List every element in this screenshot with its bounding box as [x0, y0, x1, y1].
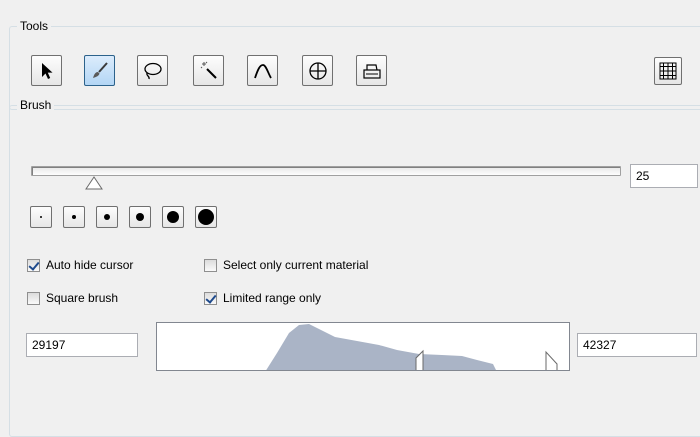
range-min-input[interactable]: 29197 — [26, 333, 138, 357]
brush-size-preset-large[interactable] — [129, 206, 151, 228]
grid-icon — [659, 62, 677, 80]
select-tool-button[interactable] — [31, 55, 62, 86]
printer-tool-button[interactable] — [356, 55, 387, 86]
limited-range-only-label: Limited range only — [223, 291, 322, 305]
range-histogram[interactable] — [156, 322, 570, 371]
magic-wand-icon — [200, 61, 217, 79]
brush-tool-button[interactable] — [84, 55, 115, 86]
lasso-icon — [143, 62, 162, 79]
dot-tiny-icon — [40, 216, 42, 218]
printer-icon — [362, 63, 381, 79]
auto-hide-cursor-check-icon[interactable] — [27, 258, 40, 272]
dot-largest-icon — [198, 209, 214, 225]
dot-larger-icon — [167, 211, 179, 223]
crosshair-tool-button[interactable] — [302, 55, 333, 86]
limited-range-only-check-icon[interactable] — [204, 291, 217, 305]
curve-icon — [253, 63, 272, 78]
grid-button[interactable] — [654, 57, 682, 85]
histogram-graph — [266, 324, 558, 371]
tools-group-title: Tools — [17, 18, 52, 34]
select-only-current-material-check-icon[interactable] — [204, 258, 217, 272]
limited-range-only-checkbox[interactable]: Limited range only — [204, 290, 321, 306]
square-brush-check-icon[interactable] — [27, 291, 40, 305]
auto-hide-cursor-checkbox[interactable]: Auto hide cursor — [27, 257, 133, 273]
brush-size-preset-largest[interactable] — [195, 206, 217, 228]
brush-size-preset-medium[interactable] — [96, 206, 118, 228]
select-only-current-material-label: Select only current material — [223, 258, 369, 272]
brush-size-preset-tiny[interactable] — [30, 206, 52, 228]
brush-size-input[interactable]: 25 — [630, 164, 698, 188]
range-max-input[interactable]: 42327 — [577, 333, 697, 357]
brush-icon — [92, 61, 108, 78]
select-only-current-material-checkbox[interactable]: Select only current material — [204, 257, 368, 273]
curve-tool-button[interactable] — [247, 55, 278, 86]
dot-small-icon — [72, 215, 76, 219]
arrow-cursor-icon — [41, 62, 52, 79]
crosshair-icon — [308, 61, 327, 80]
dot-medium-icon — [104, 214, 110, 220]
histogram-area — [266, 324, 496, 370]
brush-group-title: Brush — [17, 97, 55, 113]
magic-wand-tool-button[interactable] — [193, 55, 224, 86]
lasso-tool-button[interactable] — [137, 55, 168, 86]
square-brush-label: Square brush — [46, 291, 119, 305]
brush-size-slider-thumb[interactable] — [85, 176, 103, 190]
dot-large-icon — [136, 213, 144, 221]
brush-size-preset-small[interactable] — [63, 206, 85, 228]
brush-size-slider[interactable] — [31, 166, 621, 176]
square-brush-checkbox[interactable]: Square brush — [27, 290, 118, 306]
brush-size-preset-larger[interactable] — [162, 206, 184, 228]
range-max-handle[interactable] — [545, 350, 558, 371]
auto-hide-cursor-label: Auto hide cursor — [46, 258, 134, 272]
